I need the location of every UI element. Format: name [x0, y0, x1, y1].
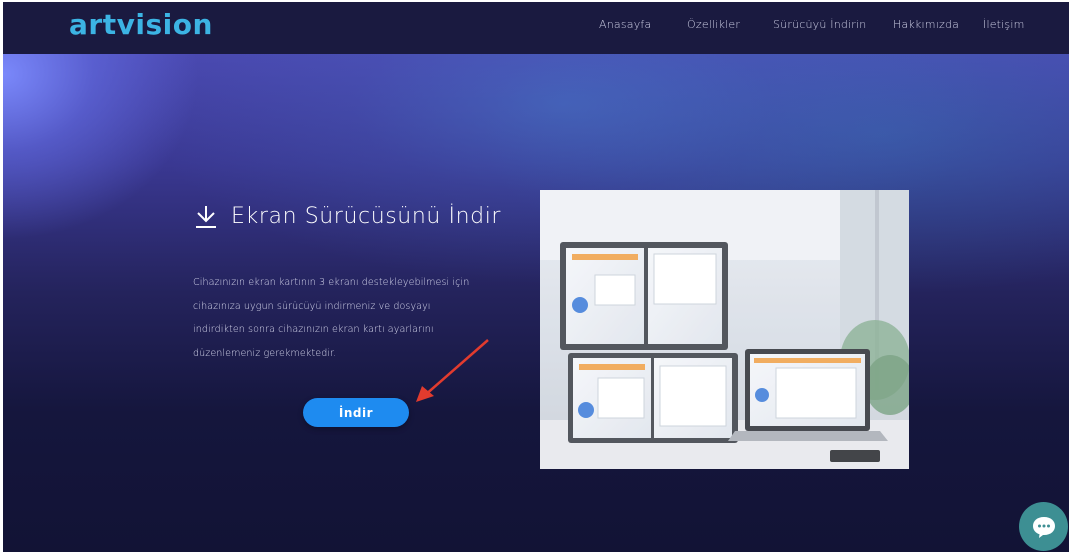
- red-arrow-annotation: [416, 339, 489, 402]
- nav-item-anasayfa[interactable]: Anasayfa: [599, 18, 651, 31]
- description-line: Cihazınızın ekran kartının 3 ekranı dest…: [193, 277, 470, 288]
- chat-bubble-icon: [1032, 516, 1055, 538]
- nav-item-surucuyu-indirin[interactable]: Sürücüyü İndirin: [773, 18, 866, 31]
- site-header: artvision Anasayfa Özellikler Sürücüyü İ…: [3, 2, 1069, 54]
- hero-title: Ekran Sürücüsünü İndir: [231, 204, 502, 229]
- brand-logo[interactable]: artvision: [69, 8, 213, 41]
- download-icon: [196, 205, 216, 228]
- hero-section: Ekran Sürücüsünü İndir Cihazınızın ekran…: [3, 54, 1069, 552]
- triple-screen-laptop-image: [540, 190, 909, 469]
- download-button[interactable]: İndir: [303, 398, 409, 427]
- browser-viewport: artvision Anasayfa Özellikler Sürücüyü İ…: [3, 2, 1069, 552]
- nav-item-iletisim[interactable]: İletişim: [983, 18, 1025, 31]
- nav-item-ozellikler[interactable]: Özellikler: [687, 18, 740, 31]
- description-line: cihazınıza uygun sürücüyü indirmeniz ve …: [193, 300, 431, 312]
- chat-button[interactable]: [1019, 502, 1068, 551]
- nav-item-hakkimizda[interactable]: Hakkımızda: [893, 18, 959, 31]
- product-photo: [540, 190, 909, 469]
- hero-title-row: Ekran Sürücüsünü İndir: [195, 204, 501, 229]
